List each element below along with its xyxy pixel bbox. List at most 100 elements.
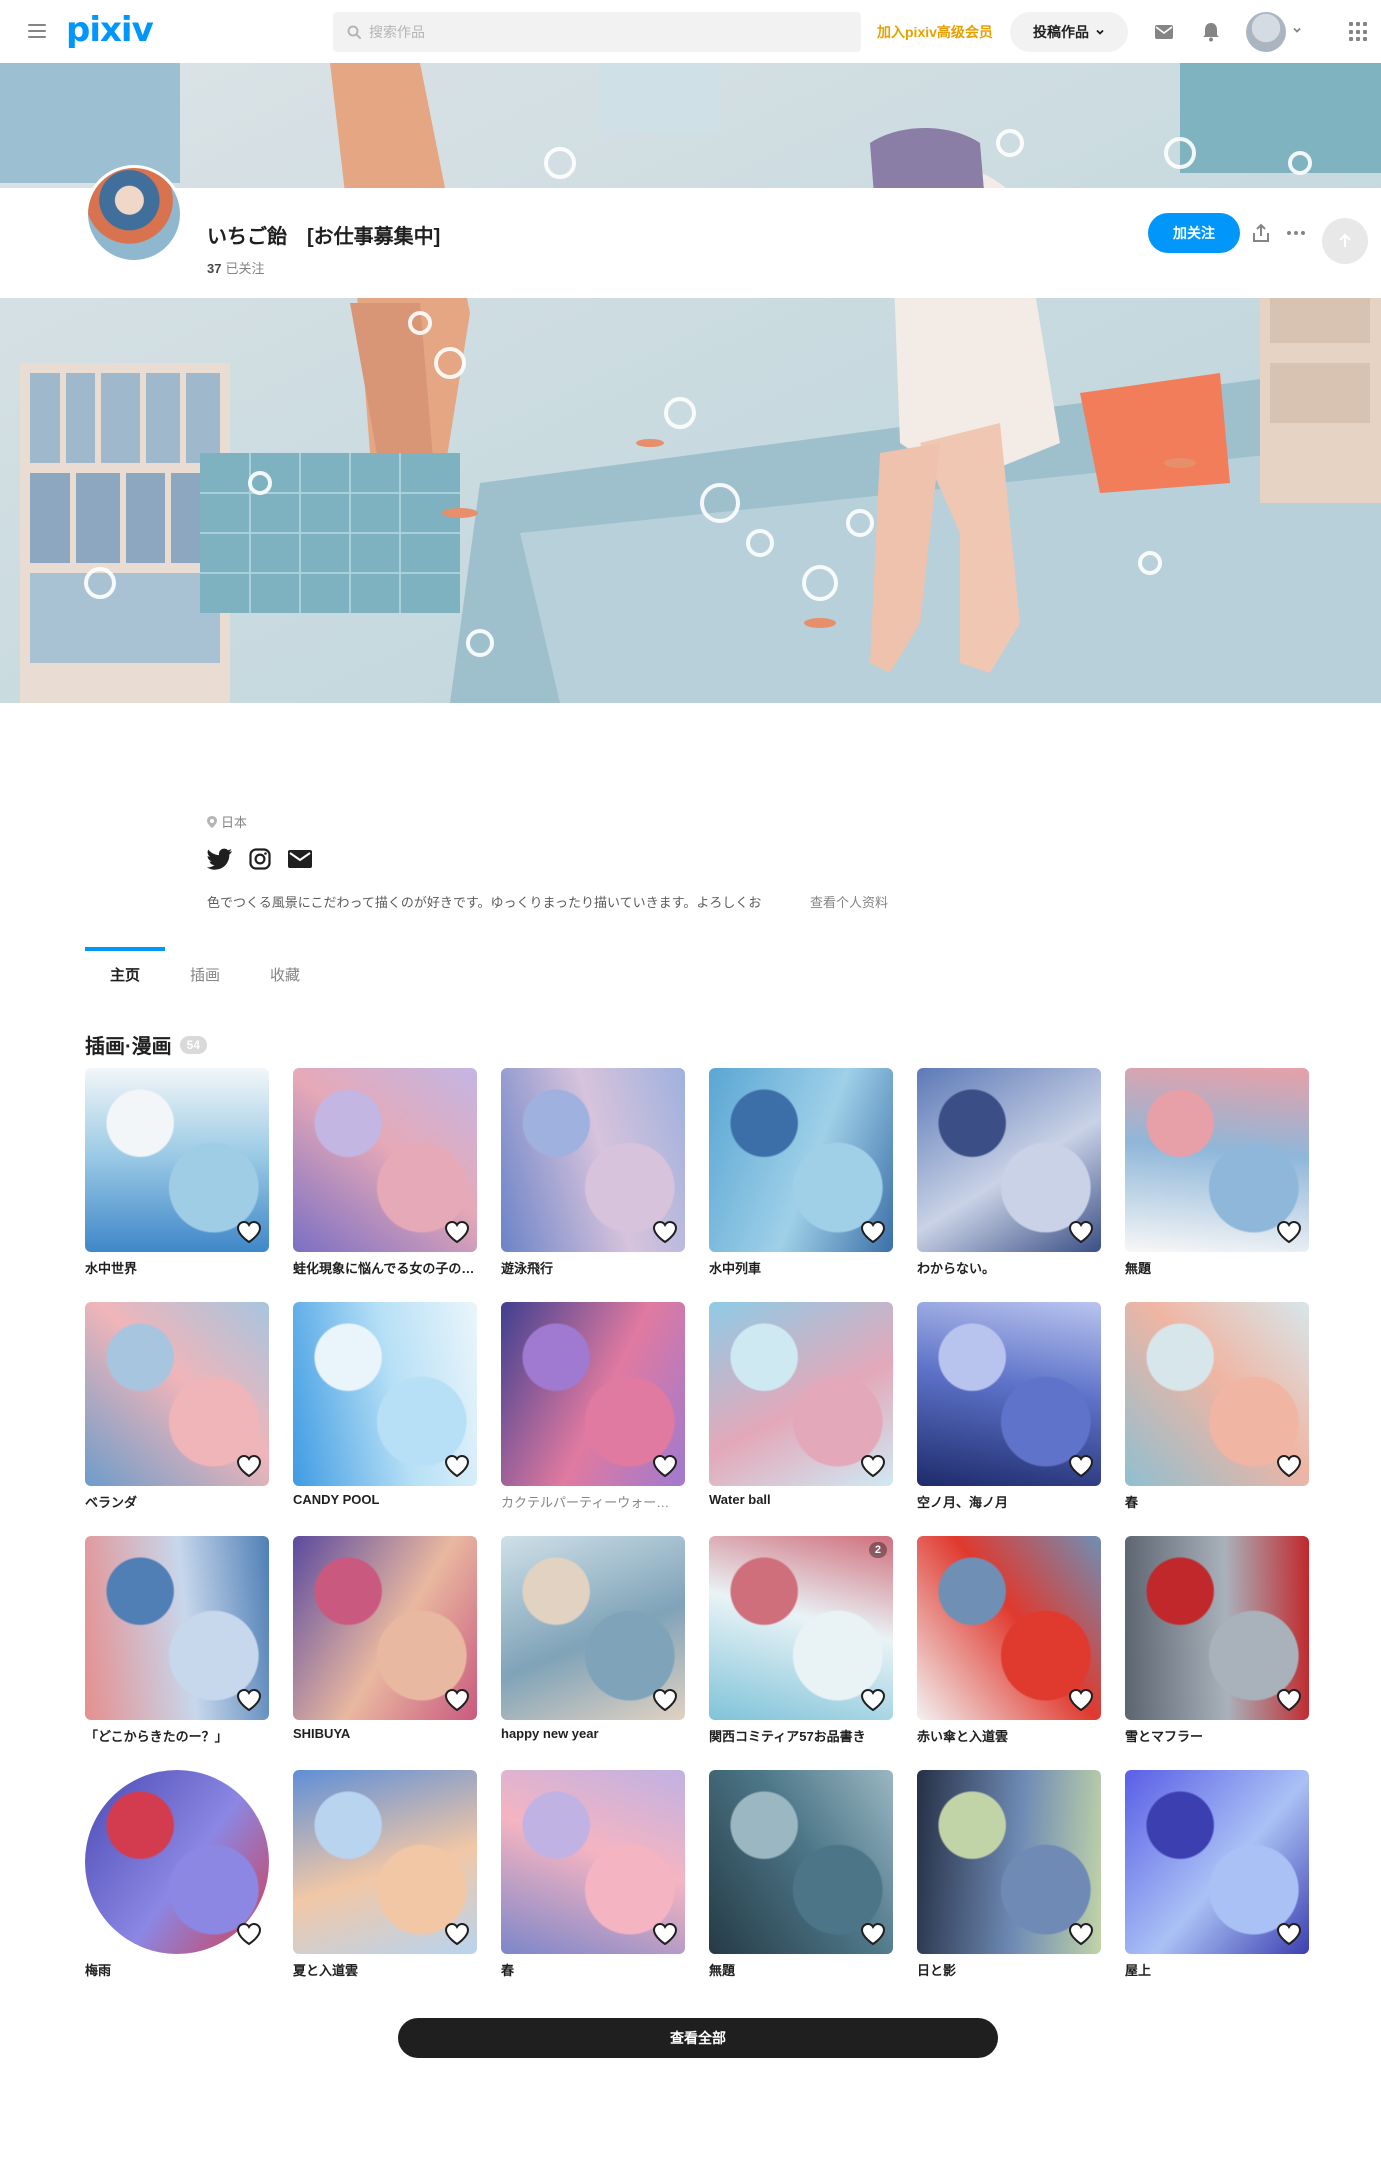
heart-icon[interactable] [651,1686,679,1714]
bio-text: 色でつくる風景にこだわって描くのが好きです。ゆっくりまったり描いていきます。よろ… [207,895,762,910]
work-title[interactable]: 春 [501,1960,685,1979]
premium-link[interactable]: 加入pixiv高级会员 [877,22,993,42]
work-title[interactable]: 無題 [1125,1258,1309,1277]
location-text: 日本 [221,815,248,830]
heart-icon[interactable] [235,1686,263,1714]
tab-bookmarks[interactable]: 收藏 [245,947,325,997]
more-icon[interactable] [1287,231,1305,235]
work-card: 水中列車 [709,1068,893,1302]
work-title[interactable]: 遊泳飛行 [501,1258,685,1277]
section-title: 插画·漫画 54 [85,1030,208,1059]
bio-fade [780,888,810,912]
heart-icon[interactable] [1067,1920,1095,1948]
heart-icon[interactable] [859,1686,887,1714]
tab-home[interactable]: 主页 [85,947,165,997]
work-title[interactable]: 梅雨 [85,1960,269,1979]
heart-icon[interactable] [859,1218,887,1246]
heart-icon[interactable] [235,1452,263,1480]
work-card: 遊泳飛行 [501,1068,685,1302]
work-title[interactable]: happy new year [501,1726,685,1741]
work-title[interactable]: 無題 [709,1960,893,1979]
heart-icon[interactable] [443,1686,471,1714]
apps-icon[interactable] [1349,22,1369,42]
search-box[interactable] [333,12,861,52]
heart-icon[interactable] [1275,1218,1303,1246]
work-title[interactable]: 春 [1125,1492,1309,1511]
envelope-icon[interactable] [287,846,313,872]
work-title[interactable]: カクテルパーティーウォー… [501,1492,685,1511]
user-avatar[interactable] [1246,12,1286,52]
profile-tabs: 主页 插画 收藏 [85,947,325,997]
top-navigation: pixiv 加入pixiv高级会员 投稿作品 [0,0,1381,63]
heart-icon[interactable] [859,1920,887,1948]
work-card: 水中世界 [85,1068,269,1302]
heart-icon[interactable] [1275,1452,1303,1480]
work-card: 屋上 [1125,1770,1309,2004]
work-title[interactable]: 関西コミティア57お品書き [709,1726,893,1745]
heart-icon[interactable] [443,1452,471,1480]
heart-icon[interactable] [651,1920,679,1948]
chevron-down-icon[interactable] [1292,25,1302,35]
work-card: 夏と入道雲 [293,1770,477,2004]
page-count-badge: 2 [868,1542,887,1558]
work-title[interactable]: CANDY POOL [293,1492,477,1507]
work-card: ベランダ [85,1302,269,1536]
work-title[interactable]: 蛙化現象に悩んでる女の子の… [293,1258,477,1277]
heart-icon[interactable] [235,1218,263,1246]
work-title[interactable]: 雪とマフラー [1125,1726,1309,1745]
mail-icon[interactable] [1152,20,1176,44]
pixiv-logo[interactable]: pixiv [66,10,154,50]
work-title[interactable]: 日と影 [917,1960,1101,1979]
work-card: 「どこからきたのー？」 [85,1536,269,1770]
post-work-label: 投稿作品 [1033,24,1089,40]
work-title[interactable]: 屋上 [1125,1960,1309,1979]
location: 日本 [207,812,247,831]
tab-illustrations[interactable]: 插画 [165,947,245,997]
heart-icon[interactable] [859,1452,887,1480]
instagram-icon[interactable] [247,846,273,872]
work-card: 日と影 [917,1770,1101,2004]
heart-icon[interactable] [443,1218,471,1246]
work-card: 無題 [709,1770,893,2004]
following-count[interactable]: 37 已关注 [207,258,264,277]
work-card: 空ノ月、海ノ月 [917,1302,1101,1536]
profile-avatar[interactable] [85,165,183,263]
work-card: 春 [1125,1302,1309,1536]
bell-icon[interactable] [1199,20,1223,44]
work-title[interactable]: 「どこからきたのー？」 [85,1726,269,1745]
heart-icon[interactable] [651,1452,679,1480]
view-profile-link[interactable]: 查看个人资料 [810,892,888,911]
heart-icon[interactable] [1067,1686,1095,1714]
work-card: Water ball [709,1302,893,1536]
work-card: カクテルパーティーウォー… [501,1302,685,1536]
work-title[interactable]: 水中世界 [85,1258,269,1277]
work-title[interactable]: Water ball [709,1492,893,1507]
work-title[interactable]: 夏と入道雲 [293,1960,477,1979]
twitter-icon[interactable] [207,846,233,872]
following-label: 已关注 [225,261,265,276]
chevron-down-icon [1096,29,1104,35]
heart-icon[interactable] [651,1218,679,1246]
menu-icon[interactable] [28,24,46,38]
heart-icon[interactable] [1275,1920,1303,1948]
work-title[interactable]: 赤い傘と入道雲 [917,1726,1101,1745]
view-all-button[interactable]: 查看全部 [398,2018,998,2058]
follow-button[interactable]: 加关注 [1148,213,1240,253]
profile-name: いちご飴 [お仕事募集中] [207,226,441,248]
work-title[interactable]: SHIBUYA [293,1726,477,1741]
share-icon[interactable] [1250,222,1272,244]
work-title[interactable]: 水中列車 [709,1258,893,1277]
work-card: CANDY POOL [293,1302,477,1536]
heart-icon[interactable] [1067,1218,1095,1246]
heart-icon[interactable] [1067,1452,1095,1480]
works-count-badge: 54 [179,1035,208,1054]
post-work-button[interactable]: 投稿作品 [1010,12,1128,52]
heart-icon[interactable] [443,1920,471,1948]
work-title[interactable]: わからない。 [917,1258,1101,1277]
heart-icon[interactable] [1275,1686,1303,1714]
heart-icon[interactable] [235,1920,263,1948]
work-title[interactable]: ベランダ [85,1492,269,1511]
upload-icon[interactable] [1322,218,1368,264]
search-input[interactable] [369,24,829,40]
work-title[interactable]: 空ノ月、海ノ月 [917,1492,1101,1511]
